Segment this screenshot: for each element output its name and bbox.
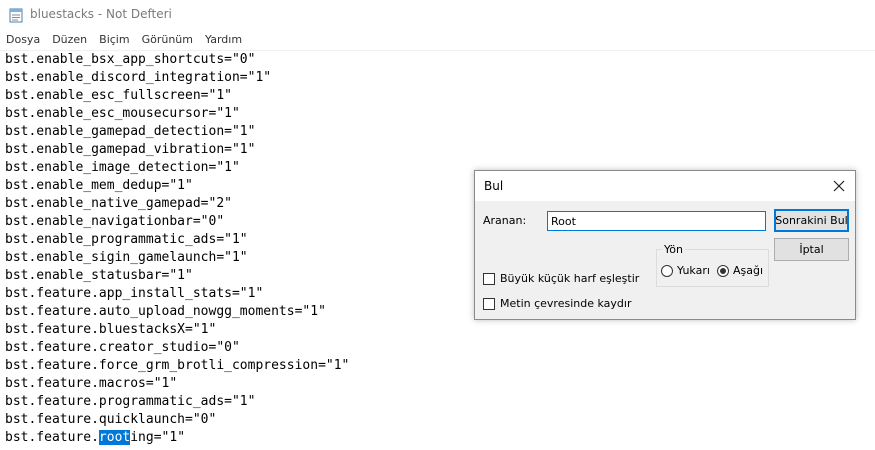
text-line: bst.feature.app_install_stats="1": [5, 286, 264, 301]
text-line: bst.enable_esc_fullscreen="1": [5, 88, 232, 103]
menu-format[interactable]: Biçim: [93, 30, 135, 50]
text-line: bst.enable_sigin_gamelaunch="1": [5, 250, 248, 265]
text-line: bst.enable_discord_integration="1": [5, 70, 272, 85]
text-line: bst.feature.force_grm_brotli_compression…: [5, 358, 350, 373]
menu-file[interactable]: Dosya: [0, 30, 46, 50]
title-bar: bluestacks - Not Defteri: [0, 0, 875, 30]
wrap-around-option[interactable]: Metin çevresinde kaydır: [483, 297, 631, 310]
match-case-label: Büyük küçük harf eşleştir: [500, 272, 640, 285]
text-line: bst.enable_statusbar="1": [5, 268, 193, 283]
text-line: bst.feature.creator_studio="0": [5, 340, 240, 355]
window-title: bluestacks - Not Defteri: [30, 7, 172, 21]
text-after-match: ing="1": [130, 430, 186, 445]
find-input[interactable]: [547, 211, 766, 231]
text-line: bst.feature.bluestacksX="1": [5, 322, 217, 337]
text-line: bst.feature.programmatic_ads="1": [5, 394, 256, 409]
text-before-match: bst.feature.: [5, 430, 99, 445]
match-case-checkbox[interactable]: [483, 272, 495, 285]
find-next-button[interactable]: Sonrakini Bul: [774, 209, 849, 232]
notepad-icon: [9, 8, 23, 23]
direction-up-option[interactable]: Yukarı: [661, 264, 710, 277]
text-line: bst.enable_navigationbar="0": [5, 214, 225, 229]
direction-down-option[interactable]: Aşağı: [717, 264, 763, 277]
wrap-around-checkbox[interactable]: [483, 297, 495, 310]
text-line: bst.enable_bsx_app_shortcuts="0": [5, 52, 256, 67]
text-line: bst.feature.macros="1": [5, 376, 178, 391]
text-line-last: bst.feature.rooting="1": [5, 429, 185, 447]
text-line: bst.feature.quicklaunch="0": [5, 412, 217, 427]
direction-label: Yön: [662, 243, 685, 256]
radio-down[interactable]: [717, 264, 729, 277]
find-label: Aranan:: [483, 214, 527, 227]
radio-down-label: Aşağı: [733, 264, 764, 277]
text-line: bst.enable_image_detection="1": [5, 160, 240, 175]
text-line: bst.feature.auto_upload_nowgg_moments="1…: [5, 304, 326, 319]
radio-up-label: Yukarı: [677, 264, 710, 277]
text-line: bst.enable_gamepad_vibration="1": [5, 142, 256, 157]
menu-bar: Dosya Düzen Biçim Görünüm Yardım: [0, 30, 875, 51]
find-dialog-title: Bul: [484, 179, 504, 193]
wrap-around-label: Metin çevresinde kaydır: [500, 297, 632, 310]
cancel-button[interactable]: İptal: [774, 238, 849, 261]
radio-up[interactable]: [661, 264, 673, 277]
menu-help[interactable]: Yardım: [199, 30, 248, 50]
text-line: bst.enable_mem_dedup="1": [5, 178, 193, 193]
text-line: bst.enable_native_gamepad="2": [5, 196, 232, 211]
menu-edit[interactable]: Düzen: [46, 30, 93, 50]
search-match-highlight: root: [98, 430, 131, 445]
match-case-option[interactable]: Büyük küçük harf eşleştir: [483, 272, 639, 285]
text-line: bst.enable_gamepad_detection="1": [5, 124, 256, 139]
close-icon[interactable]: [827, 174, 851, 198]
text-line: bst.enable_esc_mousecursor="1": [5, 106, 240, 121]
menu-view[interactable]: Görünüm: [136, 30, 199, 50]
find-dialog-titlebar[interactable]: Bul: [475, 171, 855, 201]
text-line: bst.enable_programmatic_ads="1": [5, 232, 248, 247]
find-dialog: Bul Aranan: Sonrakini Bul İptal Yön Yuka…: [474, 170, 856, 320]
